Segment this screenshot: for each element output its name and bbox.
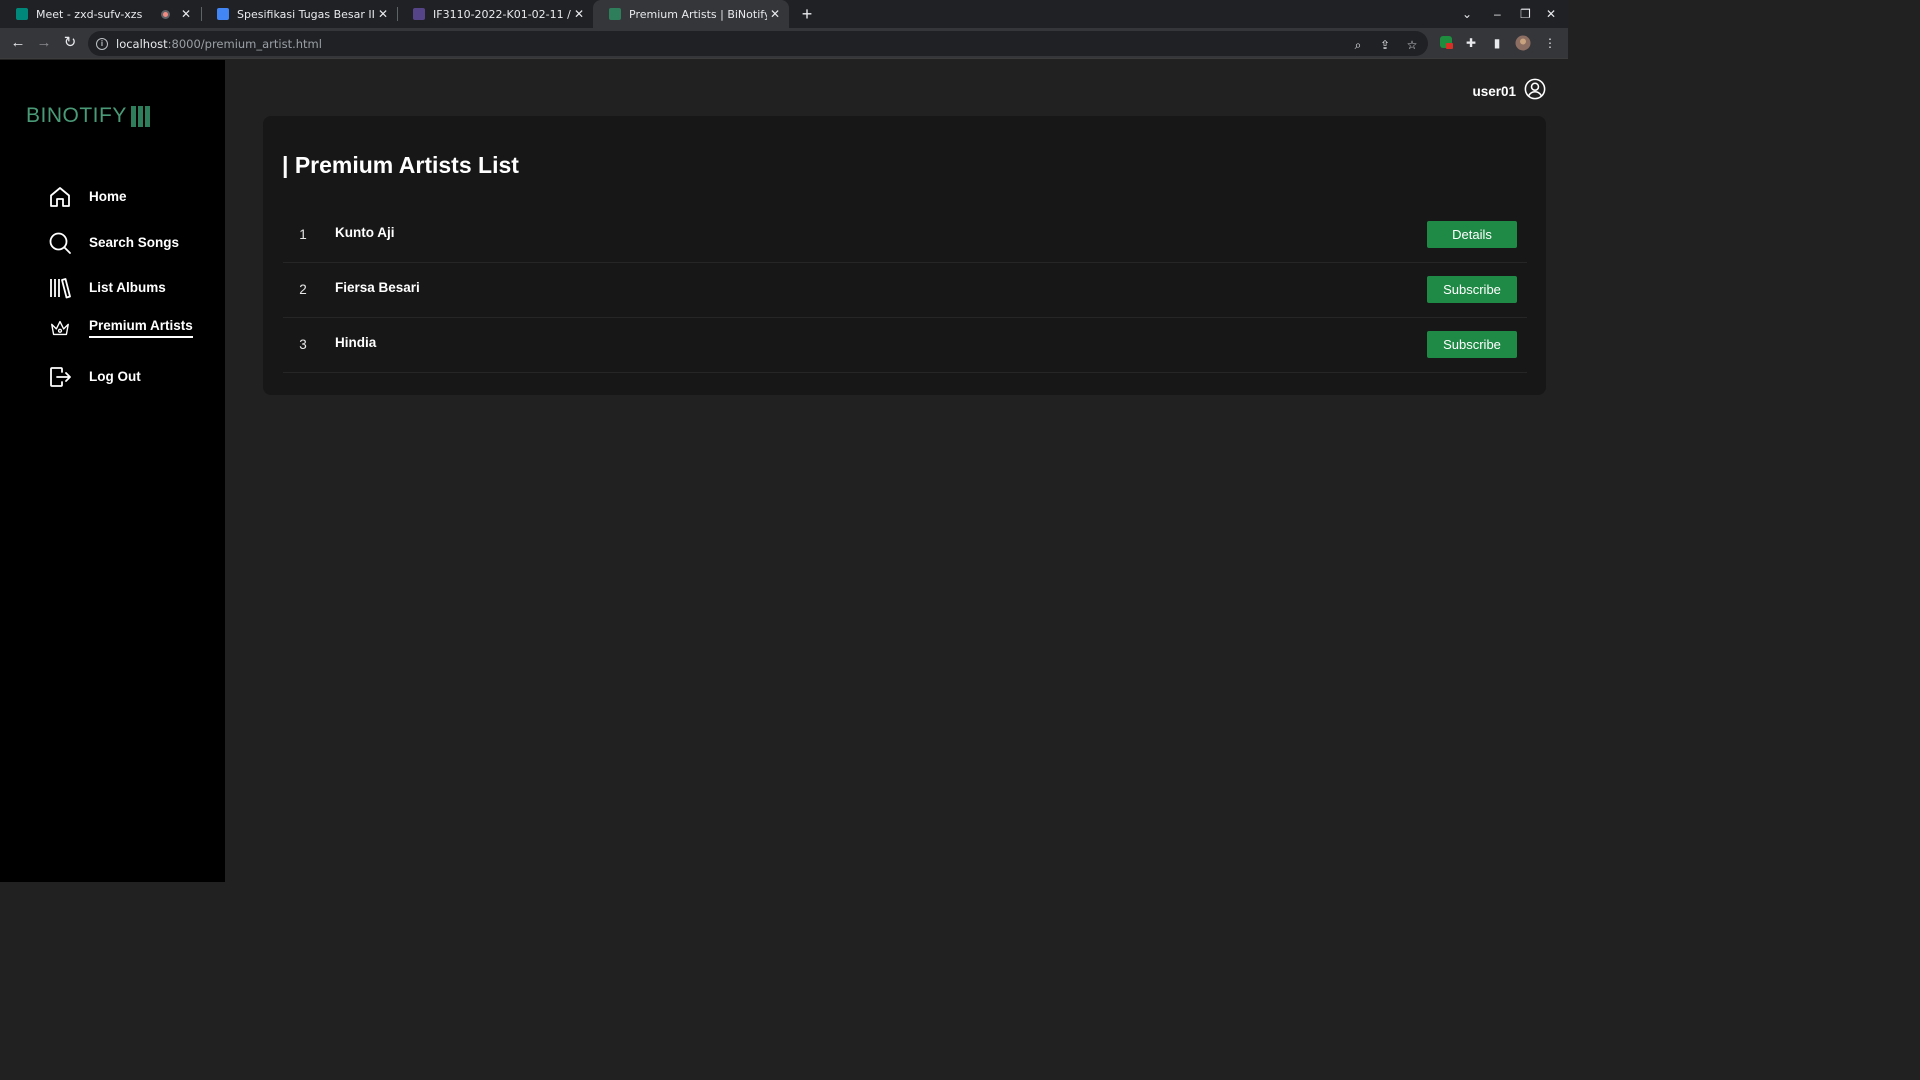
reload-icon[interactable]: ↻ (60, 33, 80, 53)
tab-search-icon[interactable]: ⌄ (1462, 0, 1472, 28)
tab-title: Premium Artists | BiNotify (629, 7, 767, 21)
logo-text: BINOTIFY (26, 104, 127, 127)
sidebar-item-label: Log Out (89, 369, 141, 384)
crown-icon (48, 316, 72, 340)
user-avatar-icon (1524, 78, 1546, 105)
forward-icon[interactable]: → (34, 33, 54, 53)
artist-row: 2 Fiersa Besari Subscribe (283, 263, 1527, 318)
artist-row: 1 Kunto Aji Details (283, 208, 1527, 263)
browser-tab-premium-artists[interactable]: Premium Artists | BiNotify ✕ (593, 0, 789, 28)
search-icon (48, 231, 72, 255)
new-tab-icon[interactable]: + (797, 4, 817, 24)
artist-number: 2 (299, 282, 307, 297)
zoom-icon[interactable]: ⌕ (1350, 37, 1366, 53)
details-button[interactable]: Details (1427, 221, 1517, 248)
sidebar-item-search-songs[interactable]: Search Songs (48, 231, 179, 255)
close-tab-icon[interactable]: ✕ (571, 7, 587, 21)
logout-icon (48, 365, 72, 389)
bookmark-star-icon[interactable]: ☆ (1404, 37, 1420, 53)
browser-tab-meet[interactable]: Meet - zxd-sufv-xzs ✕ (0, 0, 200, 28)
browser-tab-gitlab[interactable]: IF3110-2022-K01-02-11 / binotify ✕ (397, 0, 593, 28)
extensions-puzzle-icon[interactable]: ✚ (1463, 35, 1479, 51)
sidebar-item-list-albums[interactable]: List Albums (48, 276, 166, 300)
tab-title: Meet - zxd-sufv-xzs (36, 7, 143, 21)
artist-name: Hindia (335, 335, 377, 350)
browser-tab-spesifikasi[interactable]: Spesifikasi Tugas Besar II IF3110 ✕ (201, 0, 397, 28)
artist-number: 3 (299, 337, 307, 352)
main-content: user01 | Premium Artists List 1 Kunto Aj… (225, 60, 1568, 882)
close-window-icon[interactable]: ✕ (1546, 0, 1556, 28)
meet-favicon-icon (16, 8, 28, 20)
recording-icon (161, 9, 170, 19)
browser-tab-strip: Meet - zxd-sufv-xzs ✕ Spesifikasi Tugas … (0, 0, 1568, 28)
binotify-logo[interactable]: BINOTIFY (26, 104, 150, 128)
home-icon (48, 185, 72, 209)
repo-favicon-icon (413, 8, 425, 20)
site-info-icon[interactable]: i (96, 37, 108, 50)
restore-icon[interactable]: ❐ (1520, 0, 1531, 28)
tab-title: Spesifikasi Tugas Besar II IF3110 (237, 7, 375, 21)
sidebar-item-label: Search Songs (89, 235, 180, 250)
artist-name: Kunto Aji (335, 225, 395, 240)
sidebar-item-home[interactable]: Home (48, 185, 127, 209)
subscribe-button[interactable]: Subscribe (1427, 276, 1517, 303)
artist-name: Fiersa Besari (335, 280, 420, 295)
extension-badge-icon[interactable] (1438, 35, 1454, 51)
username: user01 (1472, 84, 1516, 99)
close-tab-icon[interactable]: ✕ (767, 7, 783, 21)
subscribe-button[interactable]: Subscribe (1427, 331, 1517, 358)
sidebar-item-label: Premium Artists (89, 318, 193, 338)
sidebar-item-premium-artists[interactable]: Premium Artists (48, 316, 193, 340)
user-menu[interactable]: user01 (1472, 78, 1546, 105)
profile-avatar-icon[interactable] (1515, 35, 1531, 51)
logo-bars-icon (130, 105, 150, 127)
browser-menu-icon[interactable]: ⋮ (1542, 35, 1558, 51)
tab-title: IF3110-2022-K01-02-11 / binotify (433, 7, 571, 21)
premium-artists-card: | Premium Artists List 1 Kunto Aji Detai… (263, 116, 1546, 395)
minimize-icon[interactable]: – (1494, 0, 1501, 28)
sidebar-item-label: List Albums (89, 280, 166, 295)
page-title: | Premium Artists List (282, 152, 519, 178)
binotify-favicon-icon (609, 8, 621, 20)
docs-favicon-icon (217, 8, 229, 20)
close-tab-icon[interactable]: ✕ (375, 7, 391, 21)
share-icon[interactable]: ⇪ (1377, 37, 1393, 53)
library-icon (48, 276, 72, 300)
side-panel-icon[interactable]: ▮ (1489, 35, 1505, 51)
address-bar[interactable]: i localhost:8000/premium_artist.html ⌕ ⇪… (88, 31, 1428, 56)
sidebar-item-log-out[interactable]: Log Out (48, 365, 141, 389)
url-text: localhost:8000/premium_artist.html (116, 36, 322, 51)
artist-number: 1 (299, 227, 307, 242)
close-tab-icon[interactable]: ✕ (178, 7, 194, 21)
sidebar: BINOTIFY Home Search Songs List Albums P… (0, 60, 225, 882)
artist-row: 3 Hindia Subscribe (283, 318, 1527, 373)
browser-toolbar: ← → ↻ i localhost:8000/premium_artist.ht… (0, 28, 1568, 59)
back-icon[interactable]: ← (8, 33, 28, 53)
sidebar-item-label: Home (89, 189, 127, 204)
